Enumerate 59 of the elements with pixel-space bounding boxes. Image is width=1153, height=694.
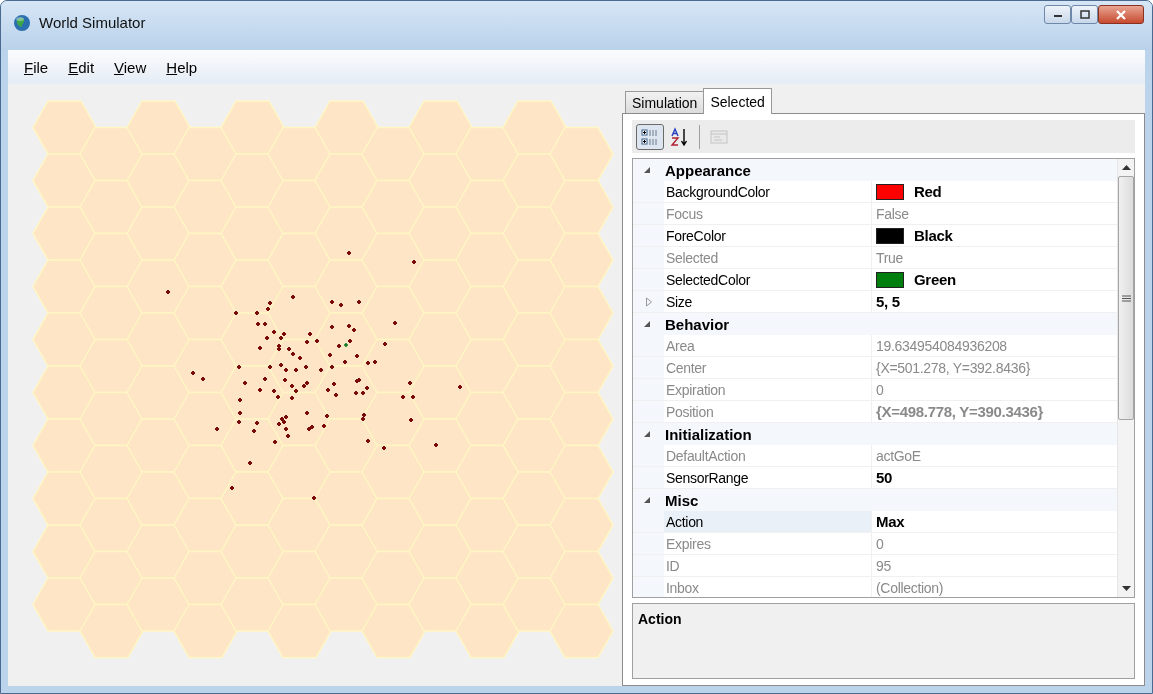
scroll-up-icon[interactable] <box>1121 165 1131 170</box>
property-value[interactable]: Green <box>914 271 956 288</box>
menu-item[interactable]: Edit <box>58 58 105 76</box>
property-name[interactable]: Selected <box>664 247 872 268</box>
property-name[interactable]: BackgroundColor <box>664 181 872 202</box>
property-name[interactable]: SensorRange <box>664 467 872 488</box>
maximize-button[interactable] <box>1071 5 1098 24</box>
close-icon <box>1115 9 1127 20</box>
property-value[interactable]: False <box>876 205 909 222</box>
property-value[interactable]: 0 <box>876 381 884 398</box>
maximize-icon <box>1079 10 1090 19</box>
property-value[interactable]: Black <box>914 227 953 244</box>
expand-icon[interactable] <box>644 296 653 307</box>
collapse-icon[interactable] <box>643 320 651 328</box>
property-name[interactable]: ID <box>664 555 872 576</box>
tab[interactable]: Selected <box>703 88 772 114</box>
property-value[interactable]: True <box>876 249 904 266</box>
category-label: Initialization <box>665 425 752 443</box>
category-label: Misc <box>665 491 699 509</box>
scroll-down-icon[interactable] <box>1121 586 1131 591</box>
property-value[interactable]: 5, 5 <box>876 293 900 310</box>
sort-az-icon <box>670 126 690 147</box>
menu-item[interactable]: View <box>104 58 157 76</box>
property-name[interactable]: DefaultAction <box>664 445 872 466</box>
menu-item[interactable]: File <box>14 58 59 76</box>
property-value[interactable]: Red <box>914 183 942 200</box>
property-value[interactable]: 0 <box>876 535 884 552</box>
collapse-icon[interactable] <box>643 430 651 438</box>
category-label: Appearance <box>665 161 751 179</box>
property-name[interactable]: Expires <box>664 533 872 554</box>
category-label: Behavior <box>665 315 730 333</box>
property-name[interactable]: ForeColor <box>664 225 872 246</box>
grip-icon <box>1121 294 1131 302</box>
selected-agent-icon <box>343 342 349 348</box>
categorized-view-button[interactable] <box>636 123 664 150</box>
property-name[interactable]: Expiration <box>664 379 872 400</box>
categorized-list-icon <box>640 126 660 147</box>
window-title: World Simulator <box>39 14 147 32</box>
globe-icon <box>13 13 31 32</box>
property-name[interactable]: Center <box>664 357 872 378</box>
property-name[interactable]: Action <box>664 511 872 532</box>
collapse-icon[interactable] <box>643 496 651 504</box>
property-name[interactable]: Inbox <box>664 577 872 597</box>
property-value[interactable]: actGoE <box>876 447 921 464</box>
close-button[interactable] <box>1098 5 1144 24</box>
property-name[interactable]: Area <box>664 335 872 356</box>
minimize-button[interactable] <box>1044 5 1071 24</box>
property-name[interactable]: Size <box>664 291 872 312</box>
collapse-icon[interactable] <box>643 166 651 174</box>
property-value[interactable]: 50 <box>876 469 893 486</box>
property-name[interactable]: SelectedColor <box>664 269 872 290</box>
menu-item[interactable]: Help <box>156 58 208 76</box>
property-name[interactable]: Position <box>664 401 872 422</box>
description-title: Action <box>638 611 682 627</box>
scrollbar[interactable] <box>1117 159 1134 597</box>
tab[interactable]: Simulation <box>625 91 705 113</box>
property-value[interactable]: 95 <box>876 557 891 574</box>
property-value[interactable]: Max <box>876 513 905 530</box>
property-name[interactable]: Focus <box>664 203 872 224</box>
